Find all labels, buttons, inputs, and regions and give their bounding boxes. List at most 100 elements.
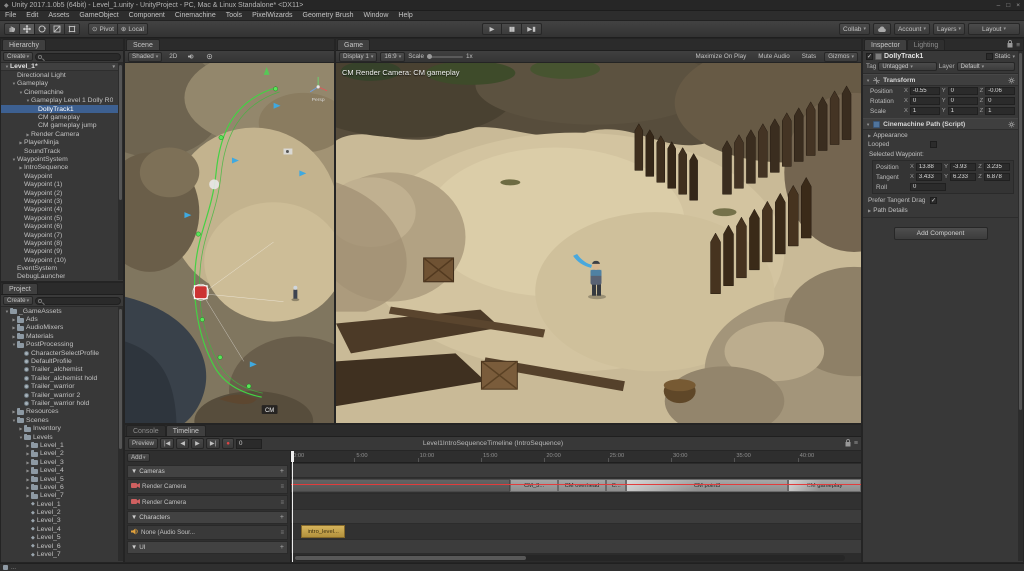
hierarchy-search-input[interactable] bbox=[35, 52, 121, 61]
timeline-clip[interactable]: CM overhead bbox=[557, 479, 607, 492]
scene-viewport[interactable]: CM Persp bbox=[125, 63, 334, 423]
timeline-horizontal-scrollbar[interactable] bbox=[295, 555, 845, 561]
project-item[interactable]: ▶ Level_1 bbox=[1, 441, 118, 449]
rect-tool-button[interactable] bbox=[65, 23, 80, 35]
goto-end-icon[interactable]: ▶| bbox=[205, 438, 221, 449]
project-item[interactable]: ▼ Levels bbox=[1, 433, 118, 441]
hierarchy-item[interactable]: DebugLauncher bbox=[1, 273, 118, 281]
scene-audio-icon[interactable] bbox=[184, 52, 199, 62]
gameobject-name-field[interactable]: DollyTrack1 bbox=[884, 53, 984, 60]
add-track-icon[interactable]: + bbox=[280, 468, 284, 475]
timeline-lock-icon[interactable] bbox=[845, 438, 851, 449]
gear-icon[interactable] bbox=[1008, 76, 1015, 84]
hierarchy-item[interactable]: ▶ Render Camera bbox=[1, 130, 118, 138]
timeline-group[interactable]: ▼ UI + bbox=[127, 541, 288, 554]
transform-value-field[interactable]: -0.06 bbox=[985, 87, 1016, 95]
waypoint-value-field[interactable]: 0 bbox=[910, 183, 946, 191]
shading-mode-dropdown[interactable]: Shaded ▾ bbox=[128, 51, 163, 62]
add-component-button[interactable]: Add Component bbox=[893, 226, 988, 240]
menu-gameobject[interactable]: GameObject bbox=[74, 12, 123, 19]
scale-slider[interactable] bbox=[426, 53, 463, 59]
step-button[interactable]: ▶▮ bbox=[522, 23, 542, 35]
menu-file[interactable]: File bbox=[0, 12, 21, 19]
active-checkbox[interactable]: ✓ bbox=[866, 53, 873, 60]
transform-component-header[interactable]: ▼ Transform bbox=[863, 74, 1018, 86]
project-item[interactable]: ▶ AudioMixers bbox=[1, 324, 118, 332]
hierarchy-create-button[interactable]: Create ▾ bbox=[3, 52, 34, 61]
project-scrollbar[interactable] bbox=[118, 307, 123, 561]
project-item[interactable]: Trailer_warrior bbox=[1, 383, 118, 391]
mute-audio-button[interactable]: Mute Audio bbox=[754, 52, 794, 62]
waypoint-value-field[interactable]: 6.233 bbox=[949, 173, 977, 181]
menu-assets[interactable]: Assets bbox=[43, 12, 74, 19]
hierarchy-scrollbar[interactable] bbox=[118, 63, 123, 280]
project-item[interactable]: ▶ Ads bbox=[1, 315, 118, 323]
scale-tool-button[interactable] bbox=[50, 23, 65, 35]
gear-icon[interactable] bbox=[1008, 120, 1015, 128]
collab-button[interactable]: Collab ▾ bbox=[839, 23, 870, 35]
project-item[interactable]: ▼ Scenes bbox=[1, 416, 118, 424]
waypoint-value-field[interactable]: -3.93 bbox=[949, 163, 977, 171]
tab-scene[interactable]: Scene bbox=[126, 39, 160, 50]
hierarchy-item[interactable]: ▶ PlayerNinja bbox=[1, 139, 118, 147]
project-item[interactable]: ◆ Level_7 bbox=[1, 550, 118, 558]
timeline-group[interactable]: ▼ Cameras + bbox=[127, 465, 288, 478]
hierarchy-item[interactable]: ▼ Gameplay bbox=[1, 80, 118, 88]
menu-cinemachine[interactable]: Cinemachine bbox=[170, 12, 221, 19]
add-track-icon[interactable]: + bbox=[280, 544, 284, 551]
add-track-icon[interactable]: + bbox=[280, 514, 284, 521]
transform-value-field[interactable]: 1 bbox=[985, 107, 1016, 115]
track-options-icon[interactable]: ≡ bbox=[280, 530, 284, 536]
gizmos-dropdown[interactable]: Gizmos ▾ bbox=[824, 51, 858, 62]
timeline-clip[interactable]: C... bbox=[606, 479, 627, 492]
fold-icon[interactable]: ▼ bbox=[131, 514, 137, 521]
tab-lighting[interactable]: Lighting bbox=[906, 39, 946, 50]
timeline-add-button[interactable]: Add ▾ bbox=[127, 453, 150, 462]
project-item[interactable]: Trailer_warrior hold bbox=[1, 399, 118, 407]
static-checkbox[interactable] bbox=[985, 53, 993, 60]
tag-dropdown[interactable]: Untagged ▾ bbox=[878, 62, 937, 71]
hierarchy-item[interactable]: Waypoint (5) bbox=[1, 214, 118, 222]
transform-value-field[interactable]: 0 bbox=[909, 97, 940, 105]
menu-window[interactable]: Window bbox=[358, 12, 393, 19]
project-item[interactable]: ◆ Level_5 bbox=[1, 534, 118, 542]
inspector-menu-icon[interactable]: ≡ bbox=[1016, 42, 1020, 49]
project-item[interactable]: ▶ Level_7 bbox=[1, 492, 118, 500]
layer-dropdown[interactable]: Default ▾ bbox=[956, 62, 1015, 71]
prefer-tangent-checkbox[interactable]: ✓ bbox=[930, 197, 937, 204]
hierarchy-item[interactable]: EventSystem bbox=[1, 264, 118, 272]
display-dropdown[interactable]: Display 1 ▾ bbox=[339, 51, 378, 62]
track-options-icon[interactable]: ≡ bbox=[280, 500, 284, 506]
playhead[interactable] bbox=[292, 451, 293, 562]
aspect-dropdown[interactable]: 16:9 ▾ bbox=[380, 51, 406, 62]
hierarchy-item[interactable]: SoundTrack bbox=[1, 147, 118, 155]
hierarchy-item[interactable]: ▶ IntroSequence bbox=[1, 164, 118, 172]
timeline-clip[interactable]: CM gameplay bbox=[788, 479, 861, 492]
project-item[interactable]: Trailer_alchemist hold bbox=[1, 374, 118, 382]
path-details-foldout[interactable]: ▶ Path Details bbox=[863, 205, 1018, 218]
timeline-track-lane[interactable]: CM_3... CM overhead C... CM point3 CM gamepl… bbox=[291, 478, 861, 493]
maximize-on-play-button[interactable]: Maximize On Play bbox=[692, 52, 751, 62]
appearance-foldout[interactable]: ▶ Appearance bbox=[863, 130, 1018, 140]
rotate-tool-button[interactable] bbox=[35, 23, 50, 35]
hierarchy-item[interactable]: Waypoint (8) bbox=[1, 239, 118, 247]
timeline-menu-icon[interactable]: ≡ bbox=[854, 440, 858, 447]
waypoint-value-field[interactable]: 3.235 bbox=[983, 163, 1010, 171]
menu-tools[interactable]: Tools bbox=[221, 12, 247, 19]
waypoint-value-field[interactable]: 13.88 bbox=[915, 163, 943, 171]
project-item[interactable]: ▶ Level_3 bbox=[1, 458, 118, 466]
tab-console[interactable]: Console bbox=[126, 425, 166, 436]
timeline-track-lane[interactable]: intro_level... bbox=[291, 524, 861, 539]
timeline-clip[interactable]: CM point3 bbox=[626, 479, 789, 492]
project-item[interactable]: ▶ Resources bbox=[1, 408, 118, 416]
play-button[interactable]: ▶ bbox=[482, 23, 502, 35]
timeline-track[interactable]: Render Camera ≡ bbox=[127, 479, 288, 494]
hierarchy-item[interactable]: CM gameplay bbox=[1, 113, 118, 121]
close-icon[interactable]: × bbox=[1016, 2, 1020, 9]
project-item[interactable]: DefaultProfile bbox=[1, 357, 118, 365]
project-item[interactable]: ▼ PostProcessing bbox=[1, 341, 118, 349]
menu-edit[interactable]: Edit bbox=[21, 12, 43, 19]
project-create-button[interactable]: Create ▾ bbox=[3, 296, 34, 305]
hierarchy-item[interactable]: ▼ Cinemachine bbox=[1, 88, 118, 96]
space-toggle-button[interactable]: ⊕ Local bbox=[117, 23, 148, 35]
